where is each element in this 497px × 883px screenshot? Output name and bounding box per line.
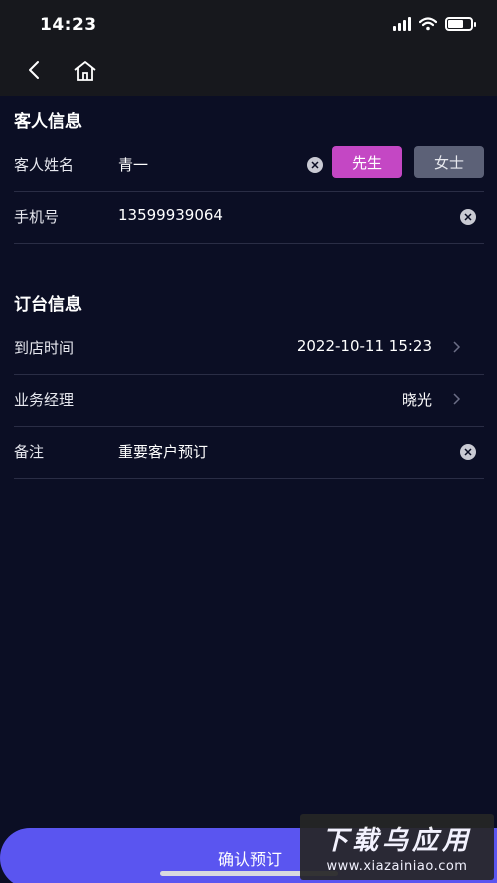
watermark-title: 下载乌应用: [321, 826, 472, 856]
male-button[interactable]: 先生: [332, 146, 402, 178]
wifi-icon: [419, 17, 437, 31]
remark-field[interactable]: 重要客户预订: [118, 441, 208, 462]
home-button[interactable]: [70, 56, 100, 86]
arrival-time-value: 2022-10-11 15:23: [296, 337, 432, 355]
back-button[interactable]: [20, 56, 48, 84]
signal-icon: [393, 17, 411, 31]
manager-label: 业务经理: [14, 391, 75, 409]
female-button[interactable]: 女士: [414, 146, 484, 178]
phone-field[interactable]: 13599939064: [118, 206, 223, 224]
arrival-time-row[interactable]: 到店时间 2022-10-11 15:23: [14, 323, 484, 375]
chevron-right-icon: [453, 393, 461, 405]
watermark-url: www.xiazainiao.com: [326, 859, 468, 874]
chevron-right-icon: [453, 341, 461, 353]
arrival-time-label: 到店时间: [14, 339, 75, 357]
phone-label: 手机号: [14, 208, 60, 226]
header-bar: 14:23: [0, 0, 497, 96]
remark-row: 备注 重要客户预订: [14, 427, 484, 479]
guest-section-title: 客人信息: [14, 112, 82, 132]
clear-phone-icon[interactable]: [460, 209, 476, 225]
guest-name-label: 客人姓名: [14, 156, 75, 174]
manager-value: 晓光: [401, 391, 432, 409]
remark-label: 备注: [14, 443, 45, 461]
guest-name-row: 客人姓名 青一 先生 女士: [14, 140, 484, 192]
manager-row[interactable]: 业务经理 晓光: [14, 375, 484, 427]
home-icon: [74, 61, 96, 81]
booking-section-title: 订台信息: [14, 295, 82, 315]
booking-page: 14:23 客人信息 客人姓名 青一 先生 女士 手机号 13599939064…: [0, 0, 497, 883]
watermark-logo: 下载乌应用 www.xiazainiao.com: [300, 814, 494, 880]
status-time: 14:23: [40, 15, 97, 35]
status-icons: [393, 17, 476, 31]
battery-icon: [445, 17, 476, 31]
chevron-left-icon: [29, 61, 39, 79]
guest-name-field[interactable]: 青一: [118, 154, 148, 175]
clear-remark-icon[interactable]: [460, 444, 476, 460]
clear-name-icon[interactable]: [307, 157, 323, 173]
phone-row: 手机号 13599939064: [14, 192, 484, 244]
